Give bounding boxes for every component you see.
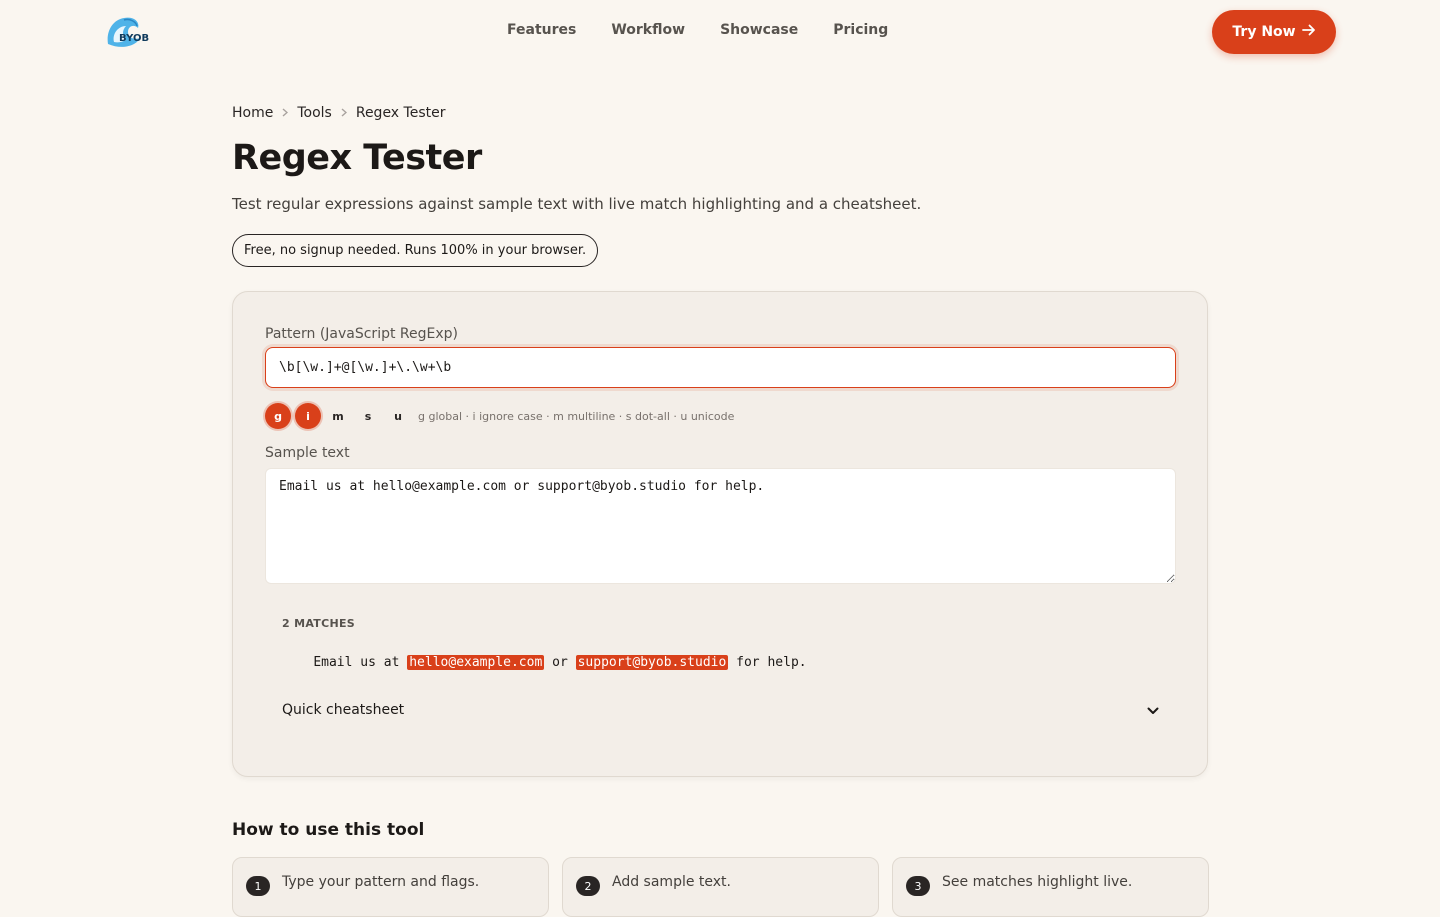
- match-highlight: support@byob.studio: [575, 655, 729, 670]
- nav-link-showcase[interactable]: Showcase: [720, 22, 798, 38]
- cheatsheet-label: Quick cheatsheet: [282, 701, 405, 718]
- step-text: See matches highlight live.: [942, 874, 1133, 890]
- howto-step: 3 See matches highlight live.: [892, 857, 1209, 917]
- sample-text-area[interactable]: Email us at hello@example.com or support…: [265, 468, 1176, 584]
- match-segment: or: [544, 655, 576, 670]
- top-nav: BYOB Features Workflow Showcase Pricing …: [0, 0, 1440, 64]
- flags-row: g i m s u g global · i ignore case · m m…: [265, 403, 734, 429]
- breadcrumb-tools[interactable]: Tools: [297, 105, 332, 121]
- step-number: 1: [246, 876, 270, 896]
- pattern-input[interactable]: [265, 347, 1176, 388]
- arrow-right-icon: [1301, 24, 1316, 40]
- try-now-button[interactable]: Try Now: [1212, 10, 1336, 54]
- flags-help: g global · i ignore case · m multiline ·…: [418, 409, 735, 423]
- page-title: Regex Tester: [232, 138, 482, 178]
- chevron-right-icon: [341, 107, 347, 120]
- page-subtitle: Test regular expressions against sample …: [232, 195, 922, 213]
- pattern-label: Pattern (JavaScript RegExp): [265, 326, 458, 342]
- match-highlight: hello@example.com: [407, 655, 545, 670]
- match-segment: for help.: [728, 655, 807, 670]
- try-now-label: Try Now: [1232, 24, 1296, 40]
- howto-steps: 1 Type your pattern and flags. 2 Add sam…: [232, 857, 1209, 917]
- breadcrumb-current: Regex Tester: [355, 105, 446, 121]
- step-number: 3: [906, 876, 930, 896]
- sample-label: Sample text: [265, 445, 350, 461]
- chevron-down-icon: [1147, 700, 1159, 719]
- match-segment: Email us at: [313, 655, 408, 670]
- byob-logo[interactable]: BYOB: [104, 14, 154, 50]
- step-number: 2: [576, 876, 600, 896]
- logo-text: BYOB: [119, 33, 149, 44]
- howto-title: How to use this tool: [232, 820, 425, 840]
- flag-u-toggle[interactable]: u: [385, 403, 411, 429]
- flag-s-toggle[interactable]: s: [355, 403, 381, 429]
- breadcrumb: Home Tools Regex Tester: [232, 105, 445, 121]
- breadcrumb-home[interactable]: Home: [232, 105, 273, 121]
- free-badge: Free, no signup needed. Runs 100% in you…: [232, 234, 599, 267]
- howto-step: 2 Add sample text.: [562, 857, 879, 917]
- step-text: Add sample text.: [612, 874, 731, 890]
- regex-tool-card: Pattern (JavaScript RegExp) g i m s u g …: [232, 291, 1208, 777]
- nav-link-pricing[interactable]: Pricing: [833, 22, 888, 38]
- nav-link-features[interactable]: Features: [507, 22, 576, 38]
- nav-links: Features Workflow Showcase Pricing: [507, 22, 888, 38]
- cheatsheet-toggle[interactable]: Quick cheatsheet: [265, 700, 1176, 719]
- match-preview: Email us at hello@example.com or support…: [282, 640, 807, 685]
- flag-m-toggle[interactable]: m: [325, 403, 351, 429]
- chevron-right-icon: [282, 107, 289, 120]
- howto-step: 1 Type your pattern and flags.: [232, 857, 549, 917]
- matches-count: 2 MATCHES: [282, 617, 356, 630]
- step-text: Type your pattern and flags.: [282, 874, 480, 890]
- flag-g-toggle[interactable]: g: [265, 403, 291, 429]
- nav-link-workflow[interactable]: Workflow: [611, 22, 685, 38]
- flag-i-toggle[interactable]: i: [295, 403, 321, 429]
